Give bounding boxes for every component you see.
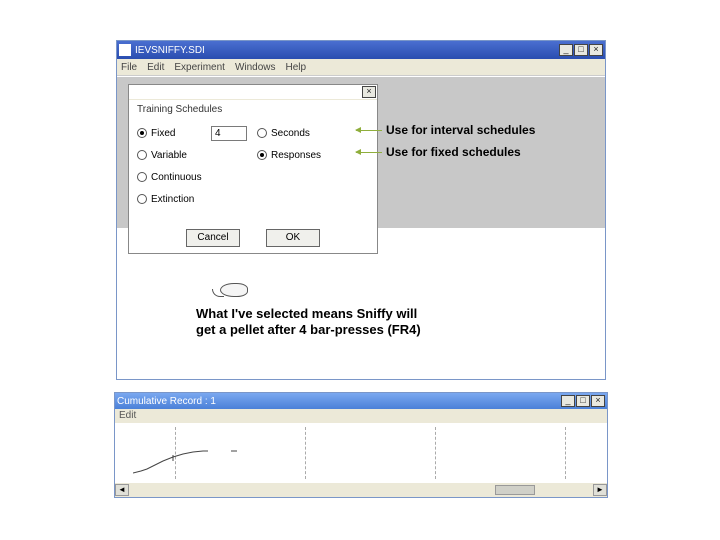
cancel-button[interactable]: Cancel xyxy=(186,229,240,247)
ok-button[interactable]: OK xyxy=(266,229,320,247)
annotation-interval-text: Use for interval schedules xyxy=(386,123,535,137)
radio-continuous[interactable] xyxy=(137,172,147,182)
label-extinction: Extinction xyxy=(151,194,194,205)
cum-title-text: Cumulative Record : 1 xyxy=(117,396,216,407)
arrow-icon xyxy=(356,152,382,153)
scroll-thumb[interactable] xyxy=(495,485,535,495)
menubar: File Edit Experiment Windows Help xyxy=(117,59,605,76)
cum-close-button[interactable]: × xyxy=(591,395,605,407)
schedule-value-input[interactable] xyxy=(211,126,247,141)
cumulative-line xyxy=(133,443,243,475)
label-responses: Responses xyxy=(271,150,321,161)
cum-maximize-button[interactable]: □ xyxy=(576,395,590,407)
radio-fixed[interactable] xyxy=(137,128,147,138)
main-title: IEVSNIFFY.SDI xyxy=(135,45,205,56)
main-titlebar: IEVSNIFFY.SDI _ □ × xyxy=(117,41,605,59)
cumulative-record-window: Cumulative Record : 1 _ □ × Edit ◄ ► xyxy=(114,392,608,498)
training-schedules-dialog: × Training Schedules Fixed Seconds Varia… xyxy=(128,84,378,254)
menu-windows[interactable]: Windows xyxy=(235,62,276,73)
horizontal-scrollbar[interactable]: ◄ ► xyxy=(115,483,607,497)
close-button[interactable]: × xyxy=(589,44,603,56)
menu-experiment[interactable]: Experiment xyxy=(174,62,225,73)
annotation-fixed: Use for fixed schedules xyxy=(356,145,521,159)
dialog-close-button[interactable]: × xyxy=(362,86,376,98)
caption-text: What I've selected means Sniffy will get… xyxy=(196,306,426,339)
label-seconds: Seconds xyxy=(271,128,310,139)
scroll-right-button[interactable]: ► xyxy=(593,484,607,496)
label-fixed: Fixed xyxy=(151,128,175,139)
cumulative-chart xyxy=(115,423,607,483)
radio-extinction[interactable] xyxy=(137,194,147,204)
arrow-icon xyxy=(356,130,382,131)
maximize-button[interactable]: □ xyxy=(574,44,588,56)
cum-titlebar: Cumulative Record : 1 _ □ × xyxy=(115,393,607,409)
annotation-interval: Use for interval schedules xyxy=(356,123,535,137)
app-icon xyxy=(119,44,131,56)
menu-help[interactable]: Help xyxy=(286,62,307,73)
scroll-left-button[interactable]: ◄ xyxy=(115,484,129,496)
label-continuous: Continuous xyxy=(151,172,202,183)
dialog-title: Training Schedules xyxy=(137,104,369,115)
menu-edit[interactable]: Edit xyxy=(147,62,164,73)
minimize-button[interactable]: _ xyxy=(559,44,573,56)
label-variable: Variable xyxy=(151,150,187,161)
chart-divider xyxy=(565,427,566,479)
menu-file[interactable]: File xyxy=(121,62,137,73)
chart-divider xyxy=(305,427,306,479)
cum-menu-edit[interactable]: Edit xyxy=(115,409,607,423)
cum-minimize-button[interactable]: _ xyxy=(561,395,575,407)
annotation-fixed-text: Use for fixed schedules xyxy=(386,145,521,159)
radio-responses[interactable] xyxy=(257,150,267,160)
radio-seconds[interactable] xyxy=(257,128,267,138)
radio-variable[interactable] xyxy=(137,150,147,160)
sniffy-rat xyxy=(212,277,262,303)
chart-divider xyxy=(435,427,436,479)
